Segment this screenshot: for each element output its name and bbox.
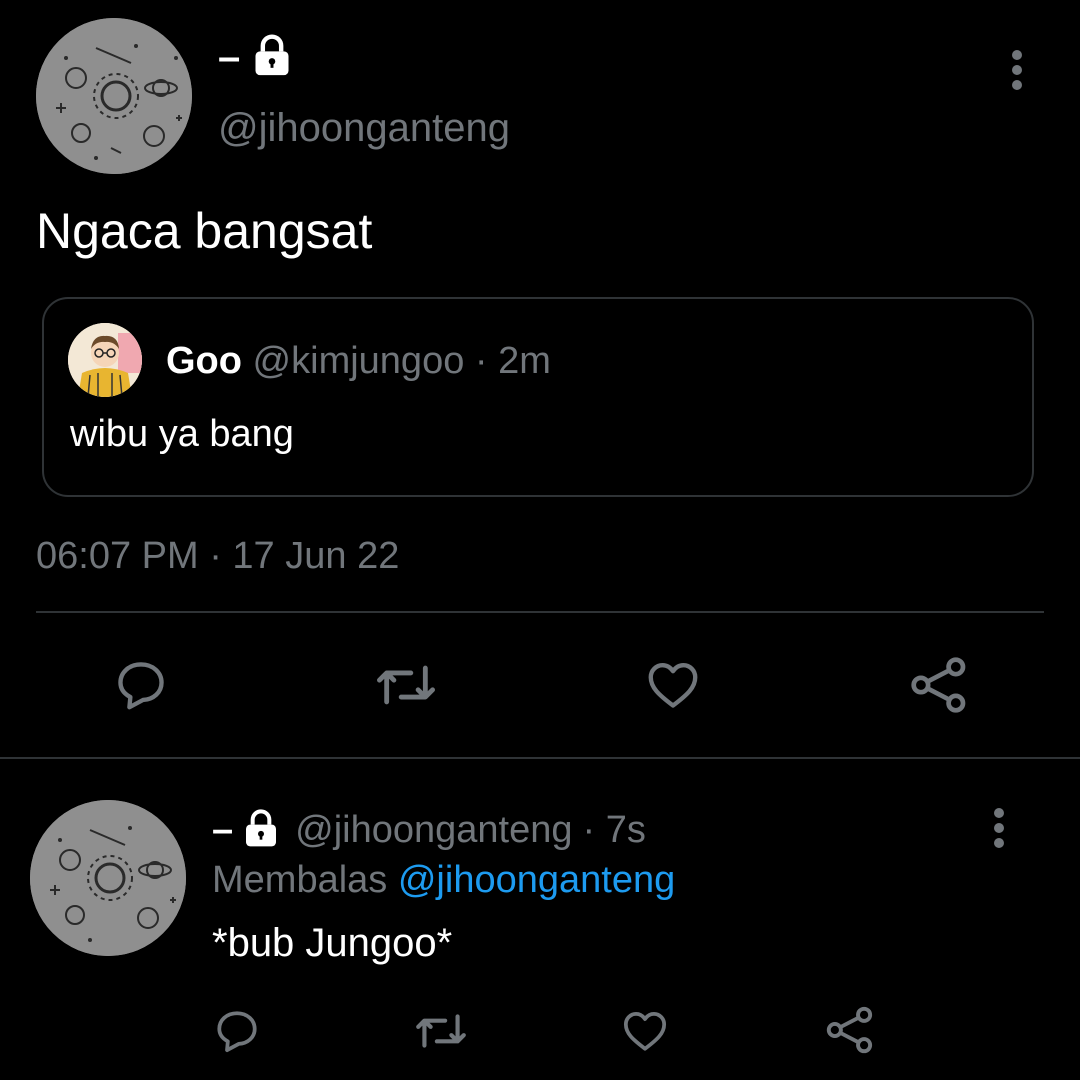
- display-name[interactable]: –: [212, 806, 233, 854]
- section-divider: [0, 757, 1080, 759]
- reply-text: *bub Jungoo*: [212, 921, 453, 965]
- tweet-text: Ngaca bangsat: [36, 203, 373, 259]
- quoted-text: wibu ya bang: [70, 413, 294, 455]
- share-icon[interactable]: [824, 1004, 876, 1056]
- tweet-timestamp[interactable]: 06:07 PM · 17 Jun 22: [36, 532, 399, 580]
- replying-label: Membalas: [212, 859, 388, 901]
- quoted-time: · 2m: [474, 340, 551, 382]
- like-icon[interactable]: [644, 656, 702, 714]
- quoted-name[interactable]: Goo: [166, 340, 242, 382]
- retweet-icon[interactable]: [372, 656, 440, 714]
- reply-icon[interactable]: [112, 656, 170, 714]
- reply-author-row[interactable]: – @jihoonganteng · 7s: [212, 806, 646, 854]
- reply-time: · 7s: [582, 809, 646, 851]
- replying-to-link[interactable]: @jihoonganteng: [398, 859, 675, 901]
- divider: [36, 611, 1044, 613]
- retweet-icon[interactable]: [412, 1006, 470, 1056]
- display-name[interactable]: –: [218, 32, 240, 82]
- reply-icon[interactable]: [212, 1006, 262, 1056]
- lock-icon: [241, 808, 281, 853]
- avatar[interactable]: [30, 800, 186, 956]
- share-icon[interactable]: [908, 654, 970, 716]
- replying-to: Membalas @jihoonganteng: [212, 856, 675, 904]
- author-name-row[interactable]: –: [218, 32, 294, 82]
- reply-handle[interactable]: @jihoonganteng: [295, 806, 572, 854]
- author-handle[interactable]: @jihoonganteng: [218, 104, 510, 152]
- more-icon[interactable]: [1002, 48, 1032, 92]
- avatar: [68, 323, 142, 397]
- lock-icon: [250, 33, 294, 82]
- like-icon[interactable]: [620, 1006, 670, 1056]
- more-icon[interactable]: [984, 806, 1014, 850]
- quoted-tweet[interactable]: Goo @kimjungoo · 2m wibu ya bang: [42, 297, 1034, 497]
- avatar[interactable]: [36, 18, 192, 174]
- quoted-handle[interactable]: @kimjungoo: [253, 340, 465, 382]
